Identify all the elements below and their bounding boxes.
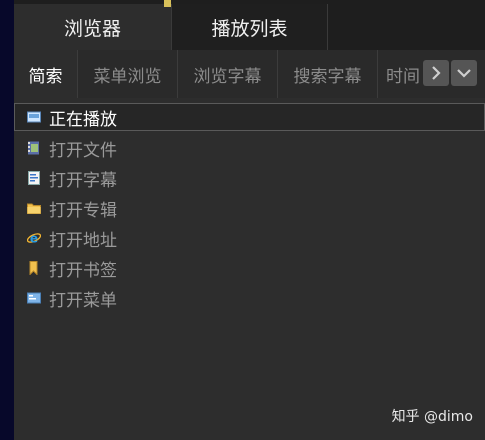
sub-tab-bar: 简索 菜单浏览 浏览字幕 搜索字幕 时间 [14,50,485,98]
now-playing-icon [27,110,41,124]
subtab-search-subtitles[interactable]: 搜索字幕 [278,50,378,98]
list-item-open-bookmark[interactable]: 打开书签 [14,253,485,283]
list-item-open-album[interactable]: 打开专辑 [14,193,485,223]
browser-list: 正在播放 打开文件 打开字幕 打开专辑 e 打开地址 打开书签 打开菜单 [14,103,485,313]
chevron-right-icon[interactable] [423,60,449,86]
folder-icon [27,201,41,215]
subtab-menu-browse[interactable]: 菜单浏览 [78,50,178,98]
subtitle-doc-icon [27,171,41,185]
list-item-label: 打开专辑 [49,200,117,221]
film-file-icon [27,141,41,155]
tab-corner-marker [164,0,171,7]
desktop-background-strip [0,0,14,440]
list-item-label: 打开书签 [49,260,117,281]
list-item-now-playing[interactable]: 正在播放 [14,103,485,131]
top-tab-bar: 浏览器 播放列表 [14,0,485,50]
tab-playlist[interactable]: 播放列表 [171,4,328,50]
watermark: 知乎 @dimo [391,409,473,425]
list-item-label: 打开文件 [49,140,117,161]
list-item-open-subtitle[interactable]: 打开字幕 [14,163,485,193]
chevron-down-icon[interactable] [451,60,477,86]
svg-text:e: e [30,232,38,246]
subtab-time[interactable]: 时间 [378,50,423,98]
list-item-open-url[interactable]: e 打开地址 [14,223,485,253]
menu-icon [27,291,41,305]
list-item-label: 正在播放 [49,109,117,130]
list-item-label: 打开菜单 [49,290,117,311]
list-item-open-file[interactable]: 打开文件 [14,133,485,163]
subtab-index[interactable]: 简索 [14,50,78,98]
list-item-label: 打开地址 [49,230,117,251]
subtab-browse-subtitles[interactable]: 浏览字幕 [178,50,278,98]
bookmark-icon [27,261,41,275]
tab-browser[interactable]: 浏览器 [14,4,171,50]
side-panel: 浏览器 播放列表 简索 菜单浏览 浏览字幕 搜索字幕 时间 正在播放 打开文件 [14,0,485,440]
ie-browser-icon: e [27,231,41,245]
list-item-label: 打开字幕 [49,170,117,191]
list-item-open-menu[interactable]: 打开菜单 [14,283,485,313]
